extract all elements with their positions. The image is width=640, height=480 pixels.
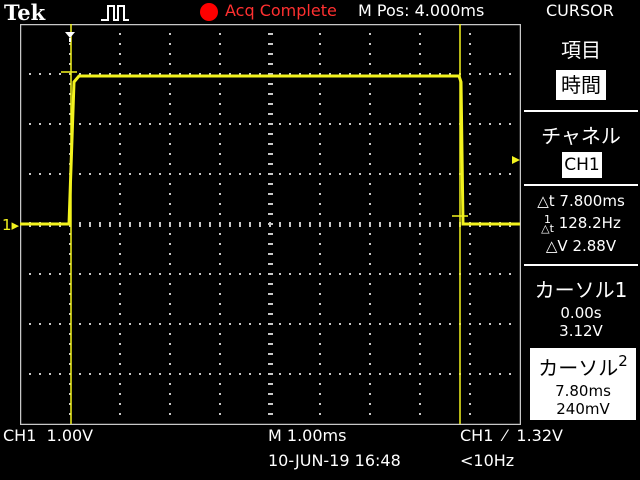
horizontal-position: M Pos: 4.000ms — [358, 1, 485, 20]
cursor2-label: カーソル — [538, 356, 619, 380]
date-time: 10-JUN-19 16:48 — [268, 451, 401, 470]
cursor2-volt: 240mV — [556, 400, 610, 418]
cursor1-volt: 3.12V — [559, 322, 603, 340]
acquisition-status: Acq Complete — [225, 1, 337, 20]
menu-item-type[interactable]: 項目 時間 — [524, 24, 638, 108]
menu-item-channel[interactable]: チャネル CH1 — [524, 110, 638, 184]
delta-t-value: 7.800ms — [559, 192, 625, 210]
acquisition-status-dot — [200, 3, 218, 21]
delta-t-prefix: t — [548, 192, 560, 210]
channel-value: CH1 — [562, 152, 602, 178]
cursor1-time: 0.00s — [560, 304, 602, 322]
waveform-display[interactable] — [20, 24, 521, 425]
trigger-frequency: <10Hz — [460, 451, 515, 470]
delta-v-value: 2.88V — [572, 237, 617, 255]
arrow-right-icon: ▸ — [11, 216, 20, 234]
delta-icon: △ — [545, 237, 558, 255]
trigger-readout: CH1 ⁄ 1.32V — [460, 426, 563, 445]
cursor1-label: カーソル1 — [534, 278, 628, 302]
ch1-ground-marker[interactable]: 1▸ — [2, 216, 19, 234]
delta-icon: △ — [537, 192, 549, 210]
inverse-delta-t-icon: 1 △t — [541, 212, 554, 235]
channel-label: チャネル — [541, 124, 621, 148]
item-label: 項目 — [561, 38, 601, 62]
cursor-readout-delta: △t 7.800ms 1 △t 128.2Hz △V 2.88V — [524, 184, 638, 264]
item-value: 時間 — [556, 70, 606, 100]
menu-item-cursor-1[interactable]: カーソル1 0.00s 3.12V — [524, 264, 638, 346]
status-bar: Tek Acq Complete M Pos: 4.000ms CURSOR — [0, 0, 640, 25]
ch1-scale: CH1 1.00V — [3, 426, 94, 445]
menu-item-cursor-2[interactable]: カーソル2 7.80ms 240mV — [530, 348, 636, 420]
cursor2-number: 2 — [618, 352, 628, 370]
menu-title: CURSOR — [546, 1, 614, 20]
cursor-side-menu: 項目 時間 チャネル CH1 △t 7.800ms 1 △t 128.2Hz △V… — [524, 24, 640, 424]
acquisition-mode-icon — [101, 5, 129, 21]
timebase: M 1.00ms — [268, 426, 347, 445]
brand-logo: Tek — [4, 0, 46, 25]
cursor2-time: 7.80ms — [555, 382, 611, 400]
delta-v-prefix: V — [557, 237, 573, 255]
inverse-delta-t-value: 128.2Hz — [558, 214, 621, 232]
